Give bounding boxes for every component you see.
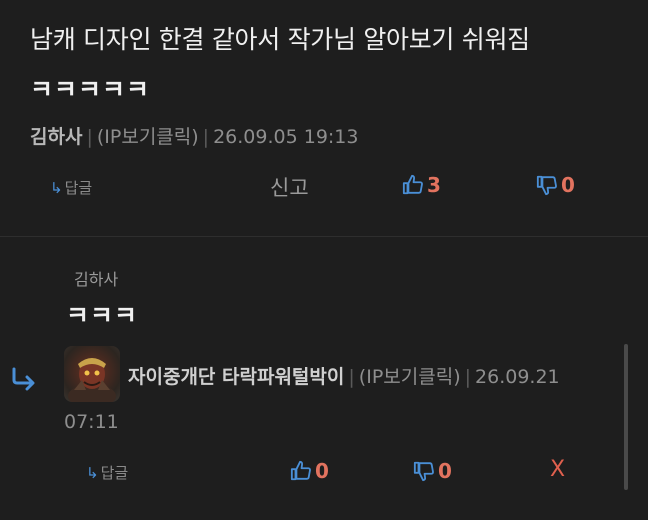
report-button[interactable]: 신고 (270, 172, 309, 202)
like-count: 0 (315, 459, 329, 483)
reply-meta: 자이중개단 타락파워털박이 | (IP보기클릭) | 26.09.21 (128, 362, 560, 389)
avatar[interactable] (64, 346, 120, 402)
dislike-button[interactable]: 0 (413, 459, 452, 483)
separator: | (86, 126, 93, 148)
reply-to-author: 김하사 (74, 270, 119, 289)
like-button[interactable]: 3 (402, 173, 441, 197)
reply-arrow-icon: ↳ (50, 178, 63, 197)
comment-datetime: 26.09.05 19:13 (213, 126, 359, 148)
separator: | (202, 126, 210, 148)
thumbs-up-icon (402, 174, 423, 195)
reply-time: 07:11 (64, 411, 119, 433)
ip-link[interactable]: (IP보기클릭) (359, 366, 461, 388)
reply-date: 26.09.21 (475, 366, 560, 388)
reply-author[interactable]: 자이중개단 타락파워털박이 (128, 366, 344, 388)
reply-button[interactable]: ↳ 답글 (86, 462, 128, 483)
reply-label: 답글 (64, 179, 93, 197)
comment-body-line1: 남캐 디자인 한결 같아서 작가님 알아보기 쉬워짐 (30, 25, 530, 54)
reply-label: 답글 (100, 464, 129, 482)
thumbs-down-icon (536, 175, 557, 196)
comment-divider (0, 236, 648, 237)
comment-author[interactable]: 김하사 (30, 126, 82, 148)
comment-body-line2: ㅋㅋㅋㅋㅋ (30, 75, 151, 104)
comment-meta: 김하사 | (IP보기클릭) | 26.09.05 19:13 (30, 122, 358, 149)
like-button[interactable]: 0 (290, 459, 329, 483)
dislike-count: 0 (438, 459, 452, 483)
comment-1: 남캐 디자인 한결 같아서 작가님 알아보기 쉬워짐 ㅋㅋㅋㅋㅋ 김하사 | (IP… (0, 0, 648, 236)
reply-arrow-icon (12, 367, 35, 391)
delete-label: X (550, 457, 566, 482)
reply-button[interactable]: ↳ 답글 (50, 177, 92, 198)
dislike-button[interactable]: 0 (536, 173, 575, 197)
scrollbar[interactable] (624, 344, 628, 490)
like-count: 3 (427, 173, 441, 197)
delete-button[interactable]: X (550, 457, 565, 482)
dislike-count: 0 (561, 173, 575, 197)
report-label: 신고 (270, 176, 309, 200)
ip-link[interactable]: (IP보기클릭) (97, 126, 199, 148)
thumbs-down-icon (413, 461, 434, 482)
avatar-image (68, 358, 116, 402)
separator: | (348, 366, 355, 388)
thumbs-up-icon (290, 460, 311, 481)
separator: | (464, 366, 472, 388)
reply-arrow-icon: ↳ (86, 463, 99, 482)
reply-body: ㅋㅋㅋ (66, 301, 139, 330)
